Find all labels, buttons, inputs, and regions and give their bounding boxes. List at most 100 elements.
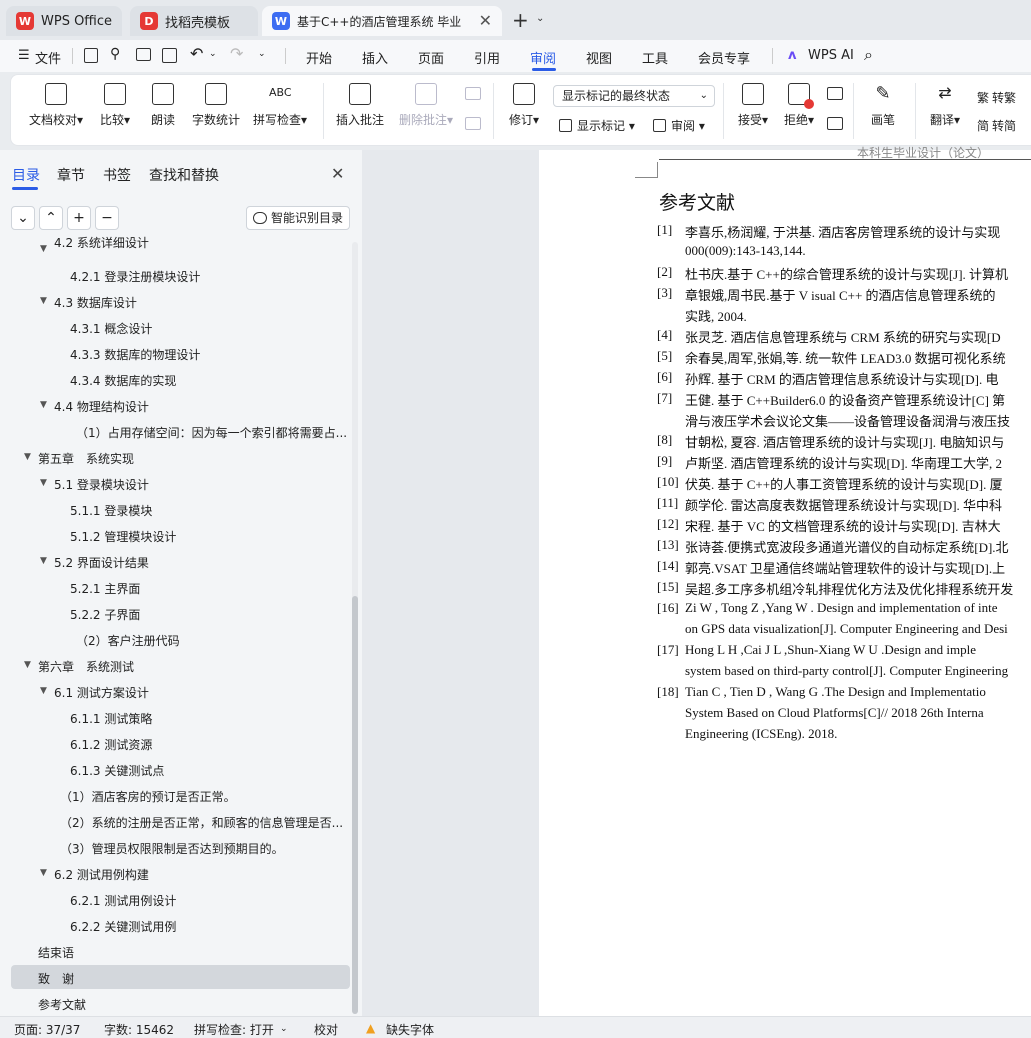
chevron-down-icon[interactable]: ⌄ bbox=[536, 13, 544, 24]
close-icon[interactable]: ✕ bbox=[331, 164, 344, 183]
previous-change-icon[interactable] bbox=[827, 87, 843, 100]
compare-button[interactable]: 比较▾ bbox=[95, 83, 135, 128]
toc-item[interactable]: 6.1.1 测试策略 bbox=[70, 710, 152, 727]
toc-item[interactable]: （2）系统的注册是否正常，和顾客的信息管理是否... bbox=[60, 814, 343, 831]
toc-item[interactable]: 结束语 bbox=[38, 944, 74, 961]
toc-item[interactable]: （1）占用存储空间：因为每一个索引都将需要占... bbox=[76, 424, 347, 441]
menu-wps-ai[interactable]: WPS AI bbox=[808, 48, 854, 63]
tab-wps-office[interactable]: W WPS Office bbox=[6, 6, 122, 36]
word-count-button[interactable]: 字数统计 bbox=[189, 83, 243, 128]
spell-check-button[interactable]: ABC 拼写检查▾ bbox=[249, 83, 311, 128]
toc-item[interactable]: 第六章 系统测试 bbox=[38, 658, 134, 675]
doc-proofread-button[interactable]: 文档校对▾ bbox=[27, 83, 85, 128]
toc-item[interactable]: 第五章 系统实现 bbox=[38, 450, 134, 467]
toc-item[interactable]: 4.3.4 数据库的实现 bbox=[70, 372, 176, 389]
remove-heading-button[interactable]: − bbox=[95, 206, 119, 230]
toc-item[interactable]: 4.4 物理结构设计 bbox=[54, 398, 149, 415]
tab-docer-templates[interactable]: D 找稻壳模板 bbox=[130, 6, 258, 36]
caret-down-icon[interactable]: ▼ bbox=[40, 296, 47, 306]
menu-view[interactable]: 视图 bbox=[586, 48, 612, 67]
next-comment-icon[interactable] bbox=[465, 117, 481, 130]
hamburger-icon[interactable]: ☰ bbox=[18, 48, 30, 63]
caret-down-icon[interactable]: ▼ bbox=[40, 478, 47, 488]
close-icon[interactable]: ✕ bbox=[479, 11, 492, 30]
spell-check-status[interactable]: 拼写检查: 打开 bbox=[194, 1021, 274, 1038]
caret-down-icon[interactable]: ▼ bbox=[24, 452, 31, 462]
menu-tools[interactable]: 工具 bbox=[642, 48, 668, 67]
show-markup-button[interactable]: 显示标记 ▾ bbox=[559, 117, 635, 134]
save-icon[interactable] bbox=[84, 48, 98, 63]
search-icon[interactable]: ⌕ bbox=[864, 45, 873, 65]
chevron-down-icon[interactable]: ⌄ bbox=[209, 49, 217, 59]
toc-item[interactable]: 4.3 数据库设计 bbox=[54, 294, 137, 311]
missing-font-status[interactable]: 缺失字体 bbox=[386, 1021, 434, 1038]
nav-tab-toc[interactable]: 目录 bbox=[12, 165, 40, 185]
toc-item[interactable]: 6.1.2 测试资源 bbox=[70, 736, 152, 753]
accept-button[interactable]: 接受▾ bbox=[733, 83, 773, 128]
toc-item[interactable]: 6.1 测试方案设计 bbox=[54, 684, 149, 701]
toc-item[interactable]: 5.1.2 管理模块设计 bbox=[70, 528, 176, 545]
reject-button[interactable]: 拒绝▾ bbox=[779, 83, 819, 128]
translate-button[interactable]: ⇄ 翻译▾ bbox=[925, 83, 965, 128]
toc-item[interactable]: 4.2.1 登录注册模块设计 bbox=[70, 268, 200, 285]
review-pane-button[interactable]: 审阅 ▾ bbox=[653, 117, 705, 134]
toc-item[interactable]: 4.2 系统详细设计 bbox=[54, 234, 149, 251]
document-page[interactable]: 本科生毕业设计（论文） 参考文献 [1] 李喜乐,杨润耀, 于洪基. 酒店客房管理… bbox=[539, 146, 1031, 1016]
menu-home[interactable]: 开始 bbox=[306, 48, 332, 67]
toc-item[interactable]: 5.2.2 子界面 bbox=[70, 606, 140, 623]
toc-item[interactable]: 5.1.1 登录模块 bbox=[70, 502, 152, 519]
toc-item[interactable]: 5.2 界面设计结果 bbox=[54, 554, 149, 571]
toc-item[interactable]: 6.1.3 关键测试点 bbox=[70, 762, 164, 779]
redo-icon[interactable]: ↷ bbox=[230, 44, 243, 63]
menu-file[interactable]: 文件 bbox=[35, 48, 61, 67]
pen-button[interactable]: ✎ 画笔 bbox=[863, 83, 903, 128]
print-icon[interactable] bbox=[136, 48, 151, 61]
toc-item[interactable]: （3）管理员权限限制是否达到预期目的。 bbox=[60, 840, 284, 857]
caret-down-icon[interactable]: ▼ bbox=[40, 868, 47, 878]
caret-down-icon[interactable]: ▼ bbox=[40, 556, 47, 566]
read-aloud-button[interactable]: 朗读 bbox=[145, 83, 181, 128]
nav-tab-find-replace[interactable]: 查找和替换 bbox=[149, 165, 219, 185]
toc-item[interactable]: 4.3.1 概念设计 bbox=[70, 320, 152, 337]
chevron-down-icon[interactable]: ⌄ bbox=[258, 49, 266, 59]
undo-icon[interactable]: ↶ bbox=[190, 44, 203, 63]
word-count[interactable]: 字数: 15462 bbox=[104, 1021, 174, 1038]
toc-item[interactable]: 6.2.1 测试用例设计 bbox=[70, 892, 176, 909]
toc-item[interactable]: 参考文献 bbox=[38, 996, 86, 1013]
nav-tab-chapters[interactable]: 章节 bbox=[57, 165, 85, 185]
menu-member[interactable]: 会员专享 bbox=[698, 48, 750, 67]
toc-item[interactable]: 5.2.1 主界面 bbox=[70, 580, 140, 597]
track-changes-button[interactable]: 修订▾ bbox=[503, 83, 545, 128]
to-traditional-button[interactable]: 繁转繁 bbox=[977, 89, 1016, 106]
markup-display-select[interactable]: 显示标记的最终状态 ⌄ bbox=[553, 85, 715, 107]
collapse-all-button[interactable]: ⌄ bbox=[11, 206, 35, 230]
toc-item[interactable]: 6.2 测试用例构建 bbox=[54, 866, 149, 883]
to-simplified-button[interactable]: 简转简 bbox=[977, 117, 1016, 134]
menu-review[interactable]: 审阅 bbox=[530, 48, 556, 67]
page-indicator[interactable]: 页面: 37/37 bbox=[14, 1021, 80, 1038]
caret-down-icon[interactable]: ▼ bbox=[24, 660, 31, 670]
caret-down-icon[interactable]: ▼ bbox=[40, 244, 47, 254]
add-heading-button[interactable]: + bbox=[67, 206, 91, 230]
proofread-status[interactable]: 校对 bbox=[314, 1021, 338, 1038]
toc-item[interactable]: （2）客户注册代码 bbox=[76, 632, 180, 649]
caret-down-icon[interactable]: ▼ bbox=[40, 400, 47, 410]
menu-references[interactable]: 引用 bbox=[474, 48, 500, 67]
next-change-icon[interactable] bbox=[827, 117, 843, 130]
menu-insert[interactable]: 插入 bbox=[362, 48, 388, 67]
toc-item[interactable]: 5.1 登录模块设计 bbox=[54, 476, 149, 493]
print-preview-icon[interactable] bbox=[162, 48, 177, 63]
toc-item[interactable]: （1）酒店客房的预订是否正常。 bbox=[60, 788, 236, 805]
expand-up-button[interactable]: ⌃ bbox=[39, 206, 63, 230]
previous-comment-icon[interactable] bbox=[465, 87, 481, 100]
toc-item[interactable]: 致 谢 bbox=[38, 970, 74, 987]
wps-ai-icon[interactable]: ʌ bbox=[788, 48, 796, 63]
tab-current-document[interactable]: W 基于C++的酒店管理系统 毕业 ✕ bbox=[262, 6, 502, 36]
caret-down-icon[interactable]: ▼ bbox=[40, 686, 47, 696]
smart-recognize-toc-button[interactable]: 智能识别目录 bbox=[246, 206, 350, 230]
new-tab-icon[interactable]: + bbox=[512, 8, 529, 32]
toc-item[interactable]: 6.2.2 关键测试用例 bbox=[70, 918, 176, 935]
scrollbar-thumb[interactable] bbox=[352, 596, 358, 1014]
delete-comment-button[interactable]: 删除批注▾ bbox=[395, 83, 457, 128]
toc-item[interactable]: 4.3.3 数据库的物理设计 bbox=[70, 346, 200, 363]
